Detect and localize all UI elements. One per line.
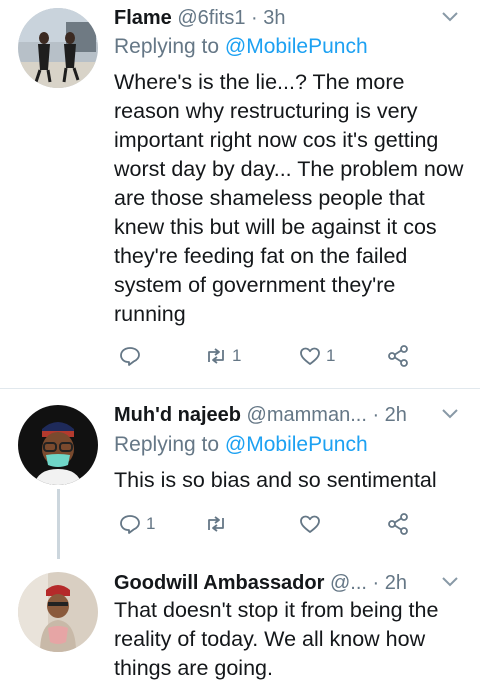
reply-button[interactable]	[118, 342, 146, 370]
timestamp[interactable]: 2h	[385, 404, 407, 426]
avatar[interactable]	[18, 8, 98, 88]
mention-link[interactable]: @MobilePunch	[225, 433, 368, 456]
reply-icon	[120, 515, 140, 534]
share-button[interactable]	[386, 510, 410, 538]
chevron-down-icon[interactable]	[440, 571, 460, 591]
heart-icon	[300, 515, 320, 533]
tweet-text: That doesn't stop it from being the real…	[114, 598, 439, 680]
retweet-button[interactable]	[204, 510, 232, 538]
tweet-text: Where's is the lie...? The more reason w…	[114, 70, 464, 326]
replying-to: Replying to @MobilePunch	[114, 431, 368, 459]
display-name[interactable]: Goodwill Ambassador	[114, 572, 324, 594]
user-handle[interactable]: @6fits1	[177, 7, 245, 29]
tweet-actions: 1 1	[114, 342, 424, 370]
tweet-header: Goodwill Ambassador @... · 2h	[114, 569, 466, 597]
tweet[interactable]: Goodwill Ambassador @... · 2h That doesn…	[0, 559, 480, 680]
avatar[interactable]	[18, 405, 98, 485]
retweet-icon	[208, 348, 224, 364]
retweet-count: 1	[232, 346, 242, 365]
user-handle[interactable]: @...	[330, 572, 367, 594]
thread-line	[57, 489, 60, 559]
display-name[interactable]: Flame	[114, 7, 172, 29]
retweet-button[interactable]: 1	[204, 342, 241, 370]
replying-to-label: Replying to	[114, 433, 225, 456]
separator-dot: ·	[372, 404, 380, 426]
user-handle[interactable]: @mamman...	[247, 404, 367, 426]
avatar[interactable]	[18, 572, 98, 652]
chevron-down-icon[interactable]	[440, 403, 460, 423]
reply-count: 1	[146, 514, 156, 533]
reply-button[interactable]: 1	[118, 510, 155, 538]
reply-icon	[120, 347, 140, 366]
like-button[interactable]	[298, 510, 326, 538]
separator-dot: ·	[251, 7, 258, 29]
replying-to: Replying to @MobilePunch	[114, 33, 368, 61]
heart-icon	[300, 347, 320, 365]
replying-to-label: Replying to	[114, 35, 225, 58]
tweet-header: Muh'd najeeb @mamman... · 2h	[114, 401, 466, 429]
share-icon	[388, 345, 408, 367]
display-name[interactable]: Muh'd najeeb	[114, 404, 241, 426]
tweet[interactable]: Flame @6fits1 · 3h Replying to @MobilePu…	[0, 0, 480, 388]
chevron-down-icon[interactable]	[440, 6, 460, 26]
tweet[interactable]: Muh'd najeeb @mamman... · 2h Replying to…	[0, 389, 480, 559]
like-count: 1	[326, 346, 336, 365]
tweet-text: This is so bias and so sentimental	[114, 468, 437, 492]
timestamp[interactable]: 2h	[385, 572, 407, 594]
retweet-icon	[208, 516, 224, 532]
like-button[interactable]: 1	[298, 342, 335, 370]
share-icon	[388, 513, 408, 535]
share-button[interactable]	[386, 342, 410, 370]
mention-link[interactable]: @MobilePunch	[225, 35, 368, 58]
separator-dot: ·	[372, 572, 380, 594]
tweet-actions: 1	[114, 510, 424, 538]
tweet-header: Flame @6fits1 · 3h	[114, 4, 466, 32]
timestamp[interactable]: 3h	[263, 7, 285, 29]
